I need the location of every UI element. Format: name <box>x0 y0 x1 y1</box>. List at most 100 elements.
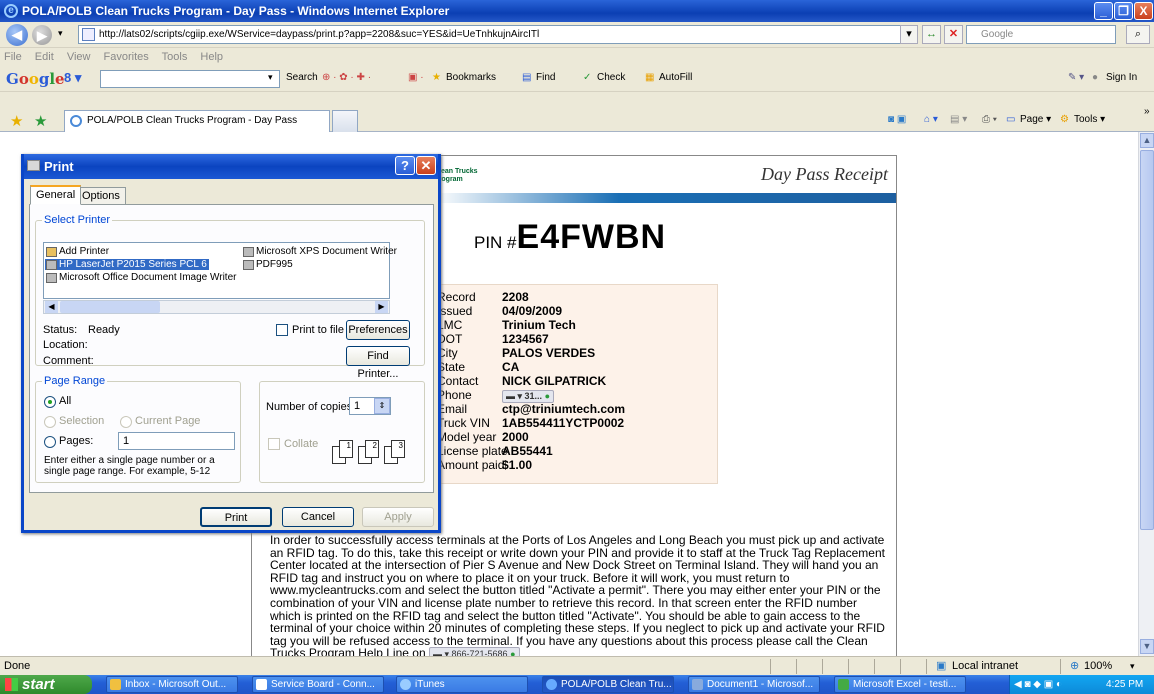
google-search-button[interactable]: Search <box>286 72 318 83</box>
printer-item[interactable]: Microsoft Office Document Image Writer <box>45 272 238 283</box>
settings-wrench-icon[interactable]: ✎ ▾ <box>1068 72 1084 83</box>
taskbar-item-connectwise[interactable]: Service Board - Conn... <box>252 676 384 693</box>
home-icon[interactable]: ⌂ ▾ <box>924 114 938 125</box>
printer-icon <box>243 260 254 270</box>
google-search-input[interactable]: Google <box>966 25 1116 44</box>
chevron-more-icon[interactable]: » <box>1144 106 1150 117</box>
tab-options[interactable]: Options <box>76 187 126 205</box>
menu-help[interactable]: Help <box>200 51 223 63</box>
tools-menu[interactable]: Tools ▾ <box>1074 114 1105 125</box>
scroll-left-icon[interactable]: ◀ <box>45 301 58 313</box>
printer-item-selected[interactable]: HP LaserJet P2015 Series PCL 6 <box>45 259 209 270</box>
autofill-icon: ▦ <box>645 72 655 83</box>
clock: 4:25 PM <box>1106 679 1144 690</box>
google-menu-icon[interactable]: 8 ▾ <box>64 70 81 86</box>
minimize-button[interactable]: _ <box>1094 2 1113 20</box>
general-tab-panel: Select Printer Add Printer Microsoft XPS… <box>29 204 434 493</box>
printer-list-hscrollbar[interactable]: ◀ ▶ <box>43 300 390 314</box>
menu-edit[interactable]: Edit <box>35 51 54 63</box>
close-dialog-button[interactable]: ✕ <box>416 156 436 175</box>
vertical-scrollbar[interactable]: ▲ ▼ <box>1138 132 1154 656</box>
zone-text: Local intranet <box>952 660 1019 672</box>
rss-icons[interactable]: ◙ ▣ <box>888 114 906 125</box>
pages-input[interactable]: 1 <box>118 432 235 450</box>
all-radio[interactable] <box>44 396 56 408</box>
field-value: $1.00 <box>502 458 533 472</box>
tab-general[interactable]: General <box>30 185 82 205</box>
google-toolbar-search-input[interactable] <box>100 70 280 88</box>
copies-spinner[interactable]: ⇕ <box>374 398 390 414</box>
menu-file[interactable]: File <box>4 51 22 63</box>
printer-item[interactable]: Microsoft XPS Document Writer <box>242 246 399 257</box>
autofill-button[interactable]: AutoFill <box>659 72 692 83</box>
start-button[interactable]: start <box>0 675 92 694</box>
field-value: ctp@triniumtech.com <box>502 402 626 416</box>
taskbar-item-word[interactable]: Document1 - Microsof... <box>688 676 820 693</box>
cancel-button[interactable]: Cancel <box>282 507 354 527</box>
collate-checkbox[interactable] <box>268 438 280 450</box>
page-range-group: Page Range All Selection Current Page Pa… <box>35 375 241 483</box>
selection-radio[interactable] <box>44 416 56 428</box>
taskbar-item-itunes[interactable]: iTunes <box>396 676 528 693</box>
find-printer-button[interactable]: Find Printer... <box>346 346 410 380</box>
printer-item[interactable]: Add Printer <box>45 246 111 257</box>
find-button[interactable]: Find <box>536 72 555 83</box>
feeds-icon[interactable]: ▤ ▾ <box>950 114 967 125</box>
help-button[interactable]: ? <box>395 156 415 175</box>
tray-icons[interactable]: ◀ ◙ ◆ ▣ ◐ <box>1014 675 1062 694</box>
spellcheck-icon: ✓ <box>583 72 592 83</box>
refresh-icon[interactable]: ↔ <box>922 25 941 44</box>
printer-list[interactable]: Add Printer Microsoft XPS Document Write… <box>43 242 397 299</box>
taskbar-item-ie[interactable]: POLA/POLB Clean Tru... <box>542 676 674 693</box>
zoom-dropdown-icon[interactable]: ▾ <box>1130 657 1135 675</box>
popup-icon[interactable]: ▣ · <box>408 72 424 83</box>
print-to-file-checkbox[interactable] <box>276 324 288 336</box>
menu-tools[interactable]: Tools <box>162 51 188 63</box>
search-icon[interactable]: ⌕ <box>1126 25 1150 44</box>
add-favorites-icon[interactable]: ★ <box>34 112 47 130</box>
field-value: 2208 <box>502 290 529 304</box>
taskbar-item-outlook[interactable]: Inbox - Microsoft Out... <box>106 676 238 693</box>
scroll-up-icon[interactable]: ▲ <box>1140 133 1154 148</box>
scroll-down-icon[interactable]: ▼ <box>1140 639 1154 654</box>
history-dropdown-icon[interactable]: ▾ <box>58 28 63 39</box>
maximize-button[interactable]: ❐ <box>1114 2 1133 20</box>
menu-favorites[interactable]: Favorites <box>104 51 149 63</box>
taskbar-item-excel[interactable]: Microsoft Excel - testi... <box>834 676 966 693</box>
scroll-right-icon[interactable]: ▶ <box>375 301 388 313</box>
header-band <box>434 193 896 203</box>
print-button[interactable]: Print <box>200 507 272 527</box>
check-button[interactable]: Check <box>597 72 625 83</box>
stop-icon[interactable]: ✕ <box>944 25 963 44</box>
field-key: Issued <box>437 304 473 318</box>
zoom-level[interactable]: 100% <box>1084 657 1112 675</box>
sign-in-button[interactable]: Sign In <box>1106 72 1137 83</box>
page-menu[interactable]: Page ▾ <box>1020 114 1051 125</box>
apply-button[interactable]: Apply <box>362 507 434 527</box>
windows-flag-icon <box>5 678 18 691</box>
address-dropdown-icon[interactable]: ▾ <box>900 25 918 44</box>
menu-view[interactable]: View <box>67 51 91 63</box>
preferences-button[interactable]: Preferences <box>346 320 410 340</box>
page-range-label: Page Range <box>42 375 108 387</box>
toolbar-icons[interactable]: ⊕ · ✿ · ✚ · <box>322 72 371 83</box>
address-input[interactable]: http://lats02/scripts/cgiip.exe/WService… <box>78 25 918 44</box>
printer-icon <box>46 273 57 283</box>
pages-radio[interactable] <box>44 436 56 448</box>
sign-in-icon: ● <box>1092 72 1099 83</box>
field-key: Contact <box>437 374 479 388</box>
print-icon[interactable]: ⎙ ▾ <box>982 114 997 125</box>
scroll-thumb[interactable] <box>1140 150 1154 530</box>
tab-day-pass[interactable]: POLA/POLB Clean Trucks Program - Day Pas… <box>64 110 330 132</box>
hscroll-thumb[interactable] <box>60 301 160 313</box>
new-tab-button[interactable] <box>332 110 358 132</box>
back-button[interactable]: ◀ <box>6 24 28 46</box>
printer-item[interactable]: PDF995 <box>242 259 295 270</box>
current-page-radio[interactable] <box>120 416 132 428</box>
taskbar: start Inbox - Microsoft Out... Service B… <box>0 675 1154 694</box>
search-dropdown-icon: ▾ <box>268 72 273 82</box>
close-window-button[interactable]: X <box>1134 2 1153 20</box>
forward-button[interactable]: ▶ <box>32 25 52 45</box>
favorites-star-icon[interactable]: ★ <box>10 112 23 130</box>
bookmarks-button[interactable]: Bookmarks <box>446 72 496 83</box>
